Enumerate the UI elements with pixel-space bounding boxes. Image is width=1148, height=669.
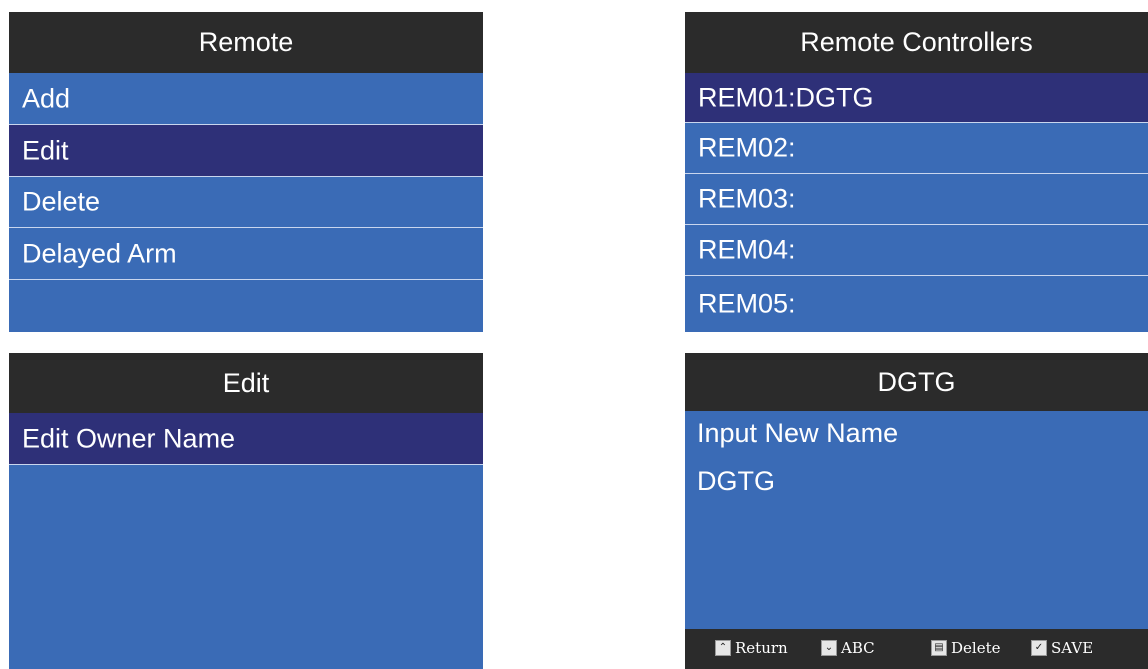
menu-item-add[interactable]: Add xyxy=(9,73,483,125)
delete-softkey[interactable]: ▤ Delete xyxy=(931,639,1000,657)
name-input-field[interactable]: DGTG xyxy=(697,466,775,497)
menu-item-label: Add xyxy=(22,83,71,113)
double-chevron-down-icon: ⌄ xyxy=(821,640,837,656)
document-icon: ▤ xyxy=(931,640,947,656)
double-chevron-up-icon: ⌃ xyxy=(715,640,731,656)
abc-softkey[interactable]: ⌄ ABC xyxy=(821,639,875,657)
softkey-bar: ⌃ Return ⌄ ABC ▤ Delete ✓ SAVE xyxy=(685,629,1148,669)
controller-item-label: REM03: xyxy=(698,183,796,214)
controller-item-label: REM05: xyxy=(698,288,796,319)
screen-title: Edit xyxy=(9,353,483,413)
controller-item-label: REM01:DGTG xyxy=(698,82,874,112)
menu-item-delete[interactable]: Delete xyxy=(9,177,483,228)
controller-item-rem02[interactable]: REM02: xyxy=(685,123,1148,174)
menu-item-edit-owner-name[interactable]: Edit Owner Name xyxy=(9,413,483,465)
edit-menu-screen: Edit Edit Owner Name xyxy=(9,353,483,669)
return-label: Return xyxy=(735,639,788,657)
screen-title: Remote Controllers xyxy=(685,12,1148,73)
checkbox-check-icon: ✓ xyxy=(1031,640,1047,656)
menu-item-edit[interactable]: Edit xyxy=(9,125,483,177)
menu-item-delayed-arm[interactable]: Delayed Arm xyxy=(9,228,483,280)
menu-item-empty xyxy=(9,280,483,332)
controller-item-rem03[interactable]: REM03: xyxy=(685,174,1148,225)
save-label: SAVE xyxy=(1051,639,1094,657)
remote-menu-screen: Remote Add Edit Delete Delayed Arm xyxy=(9,12,483,332)
controller-item-rem05[interactable]: REM05: xyxy=(685,276,1148,332)
rename-screen: DGTG Input New Name DGTG ⌃ Return ⌄ ABC … xyxy=(685,353,1148,669)
save-softkey[interactable]: ✓ SAVE xyxy=(1031,639,1093,657)
remote-controllers-screen: Remote Controllers REM01:DGTG REM02: REM… xyxy=(685,12,1148,332)
return-softkey[interactable]: ⌃ Return xyxy=(715,639,788,657)
screen-title: Remote xyxy=(9,12,483,73)
controller-item-label: REM04: xyxy=(698,234,796,265)
menu-item-label: Edit Owner Name xyxy=(22,423,236,453)
menu-item-label: Delayed Arm xyxy=(22,238,177,268)
controller-item-rem04[interactable]: REM04: xyxy=(685,225,1148,276)
abc-label: ABC xyxy=(841,639,875,657)
menu-item-label: Edit xyxy=(22,135,69,165)
menu-item-label: Delete xyxy=(22,186,101,217)
input-prompt: Input New Name xyxy=(697,418,899,448)
controller-item-rem01[interactable]: REM01:DGTG xyxy=(685,73,1148,123)
controller-item-label: REM02: xyxy=(698,132,796,163)
delete-label: Delete xyxy=(951,639,1001,657)
screen-title: DGTG xyxy=(685,353,1148,411)
